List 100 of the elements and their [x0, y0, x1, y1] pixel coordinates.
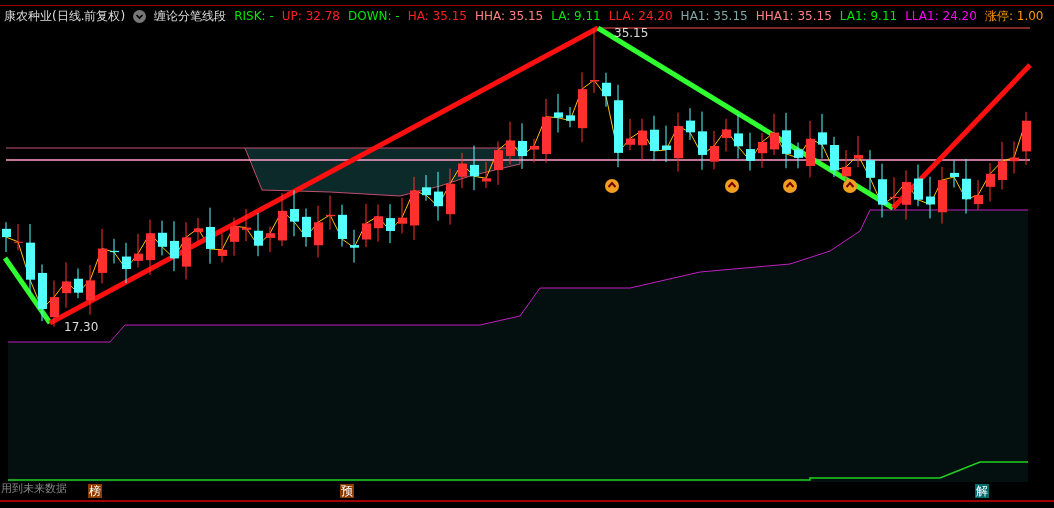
indicator-value: LLA1: 24.20	[905, 9, 977, 23]
candlestick	[134, 233, 143, 268]
candlestick	[458, 152, 467, 189]
candlestick	[650, 115, 659, 162]
indicator-name: 缠论分笔线段	[154, 7, 227, 25]
candlestick	[818, 113, 827, 160]
candlestick	[710, 130, 719, 170]
candlestick	[314, 205, 323, 258]
candlestick	[1010, 140, 1019, 174]
candlestick	[890, 176, 899, 207]
candlestick	[494, 140, 503, 186]
candlestick	[530, 138, 539, 163]
candlestick	[158, 220, 167, 256]
candlestick	[278, 192, 287, 247]
candlestick	[38, 263, 47, 322]
candlestick	[86, 264, 95, 316]
candlestick	[926, 176, 935, 219]
indicator-value: UP: 32.78	[281, 9, 340, 23]
candlestick	[218, 232, 227, 263]
candlestick	[590, 27, 599, 94]
indicator-value: LLA: 24.20	[608, 9, 673, 23]
stock-title: 康农种业(日线.前复权)	[4, 7, 126, 25]
candlestick	[902, 169, 911, 221]
candlestick	[854, 135, 863, 168]
candlestick	[26, 223, 35, 294]
candlestick	[194, 217, 203, 242]
candlestick	[962, 158, 971, 215]
candlestick	[734, 113, 743, 159]
candlestick	[770, 113, 779, 156]
candlestick	[998, 141, 1007, 190]
indicator-value: HHA1: 35.15	[755, 9, 832, 23]
signal-badge: 榜	[88, 484, 102, 498]
candlestick	[518, 122, 527, 170]
candlestick	[974, 179, 983, 211]
candlestick	[782, 112, 791, 169]
candlestick	[674, 112, 683, 173]
indicator-value: 涨停: 1.00	[984, 7, 1044, 25]
candlestick	[986, 162, 995, 202]
signal-badge: 解	[975, 484, 989, 498]
dropdown-icon[interactable]	[133, 9, 147, 23]
candlestick	[422, 174, 431, 202]
candlestick	[374, 203, 383, 243]
candlestick	[758, 132, 767, 169]
candlestick	[602, 72, 611, 108]
candlestick	[542, 98, 551, 164]
candlestick	[230, 217, 239, 257]
candlestick	[50, 280, 59, 328]
candlestick	[74, 267, 83, 299]
candlestick	[806, 120, 815, 178]
candlestick	[266, 226, 275, 253]
candlestick	[170, 220, 179, 272]
candlestick	[446, 168, 455, 226]
candlestick	[110, 238, 119, 264]
candlestick	[698, 111, 707, 171]
candlestick	[362, 203, 371, 248]
candlestick	[662, 125, 671, 163]
candlestick	[398, 197, 407, 234]
signal-badge: 预	[340, 484, 354, 498]
candlestick	[302, 207, 311, 248]
candlestick	[206, 207, 215, 265]
candlestick	[1022, 111, 1031, 166]
candlestick	[830, 136, 839, 178]
candlestick	[338, 204, 347, 248]
candlestick	[350, 229, 359, 264]
candlestick	[146, 219, 155, 276]
candlestick	[254, 212, 263, 257]
indicator-value: RISK: -	[234, 9, 274, 23]
candlestick	[506, 121, 515, 166]
candlestick	[554, 93, 563, 133]
indicator-value: HA: 35.15	[407, 9, 467, 23]
candlestick	[950, 159, 959, 188]
indicator-value: LA: 9.11	[551, 9, 601, 23]
candlestick	[434, 171, 443, 222]
candlestick	[470, 145, 479, 191]
candlestick	[578, 71, 587, 143]
candlestick	[722, 118, 731, 152]
candlestick	[386, 203, 395, 244]
indicator-value: HA1: 35.15	[680, 9, 748, 23]
candlestick	[914, 163, 923, 207]
warning-note: 用到未来数据	[1, 482, 67, 495]
candlestick	[626, 118, 635, 151]
indicator-value: DOWN: -	[348, 9, 400, 23]
candlestick	[410, 176, 419, 241]
candlestick	[326, 195, 335, 231]
candlestick	[2, 221, 11, 253]
low-price-label: 17.30	[64, 320, 99, 334]
candlestick	[938, 166, 947, 225]
candlestick	[746, 132, 755, 171]
candlestick	[182, 221, 191, 280]
candlestick	[122, 242, 131, 284]
high-price-label: 35.15	[614, 26, 649, 40]
candlestick	[686, 107, 695, 141]
candlestick	[566, 106, 575, 128]
candlestick	[98, 228, 107, 284]
candlestick	[638, 118, 647, 161]
candlestick	[14, 223, 23, 251]
candlestick	[482, 161, 491, 189]
indicator-value: HHA: 35.15	[474, 9, 544, 23]
candlestick	[866, 149, 875, 192]
indicator-value: LA1: 9.11	[839, 9, 898, 23]
